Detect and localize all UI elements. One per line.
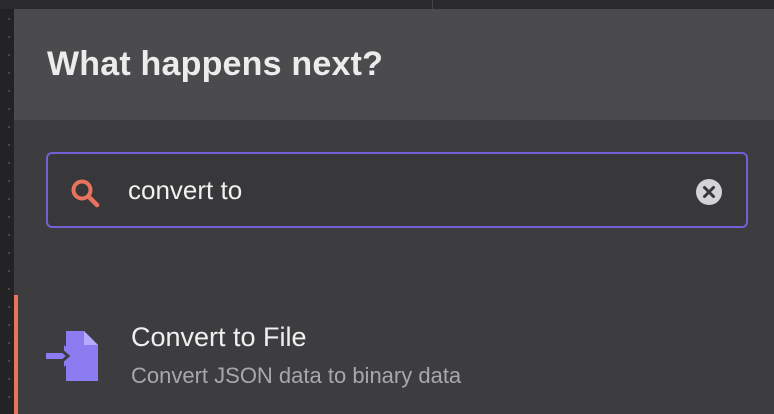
top-bar [0,0,774,9]
search-input[interactable] [128,170,688,210]
result-description: Convert JSON data to binary data [131,363,462,388]
panel-title: What happens next? [47,45,384,83]
search-icon [71,179,100,208]
result-item-convert-to-file[interactable]: Convert to File Convert JSON data to bin… [14,295,774,414]
selection-accent-bar [14,295,18,414]
canvas-grid-dots [8,10,10,410]
search-box[interactable] [46,152,748,228]
result-title: Convert to File [131,322,307,352]
convert-to-file-icon [46,331,98,381]
top-bar-divider [432,0,433,9]
panel-header: What happens next? [14,9,774,120]
clear-search-icon[interactable] [696,179,722,205]
workflow-canvas-edge [0,0,14,414]
node-creator-panel: What happens next? Convert to File Conve… [14,9,774,414]
